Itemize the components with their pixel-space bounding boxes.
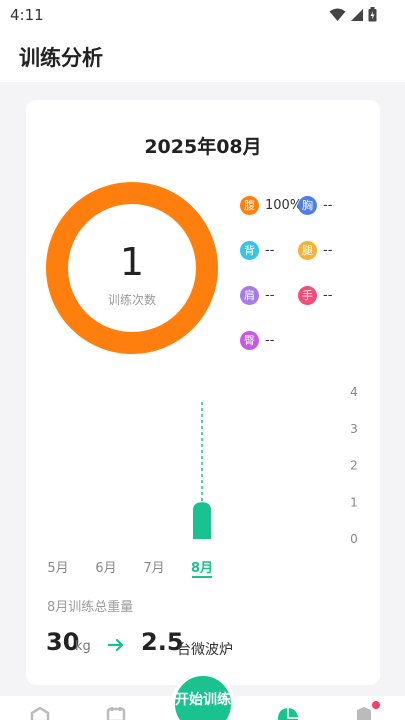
analysis-icon[interactable] <box>277 707 299 720</box>
legend-value-back: -- <box>265 242 275 258</box>
bar-8月 <box>193 502 211 539</box>
arm-icon: 手 <box>298 285 317 305</box>
month-title[interactable]: 2025年08月 <box>26 132 380 159</box>
y-tick-label: 2 <box>350 459 358 473</box>
wifi-icon <box>329 8 346 21</box>
arrow-right-icon <box>108 638 124 652</box>
legend-value-shoulder: -- <box>265 287 275 303</box>
shoulder-icon: 肩 <box>240 285 259 305</box>
y-tick-label: 3 <box>350 422 358 436</box>
legend-value-legs: -- <box>323 242 333 258</box>
y-tick-label: 4 <box>350 385 358 399</box>
page-title: 训练分析 <box>19 46 103 70</box>
y-tick-label: 1 <box>350 495 358 509</box>
legs-icon: 腿 <box>298 240 317 260</box>
app-bar: 训练分析 <box>0 30 405 82</box>
legend-item-abdomen: 腹 100% <box>240 195 302 215</box>
x-tick-label: 6月 <box>95 561 116 576</box>
legend-item-shoulder: 肩 -- <box>240 285 274 305</box>
status-icons <box>329 7 377 22</box>
x-tick-label: 5月 <box>47 561 68 576</box>
legend-value-abdomen: 100% <box>265 197 303 213</box>
notification-badge <box>372 701 380 709</box>
equivalent-label: 台微波炉 <box>177 642 233 658</box>
training-count: 1 <box>119 240 145 284</box>
total-weight-unit: kg <box>75 639 91 654</box>
profile-icon[interactable] <box>355 707 373 720</box>
legend-item-arm: 手 -- <box>298 285 332 305</box>
y-tick-label: 0 <box>350 532 358 546</box>
glutes-icon: 臀 <box>240 330 259 350</box>
legend-item-back: 背 -- <box>240 240 274 260</box>
status-time: 4:11 <box>10 6 44 24</box>
battery-icon <box>368 7 377 22</box>
monthly-bar-chart: 0 1 2 3 4 5月 6月 7月 8月 <box>47 385 358 578</box>
chest-icon: 胸 <box>298 195 317 215</box>
legend-item-legs: 腿 -- <box>298 240 332 260</box>
analysis-card: 2025年08月 1 训练次数 腹 100% 胸 -- 背 -- 腿 -- 肩 … <box>26 100 380 685</box>
back-icon: 背 <box>240 240 259 260</box>
legend-value-arm: -- <box>323 287 333 303</box>
abdomen-icon: 腹 <box>240 195 259 215</box>
x-tick-label: 8月 <box>191 561 213 576</box>
legend-item-chest: 胸 -- <box>298 195 332 215</box>
plan-icon[interactable] <box>106 707 126 720</box>
x-tick-label: 7月 <box>143 561 164 576</box>
status-bar: 4:11 <box>0 0 405 30</box>
legend-value-chest: -- <box>323 197 333 213</box>
training-count-label: 训练次数 <box>107 293 156 307</box>
total-weight-label: 8月训练总重量 <box>47 600 134 615</box>
legend-item-glutes: 臀 -- <box>240 330 274 350</box>
signal-icon <box>351 8 363 21</box>
home-icon[interactable] <box>30 707 50 720</box>
legend-value-glutes: -- <box>265 332 275 348</box>
